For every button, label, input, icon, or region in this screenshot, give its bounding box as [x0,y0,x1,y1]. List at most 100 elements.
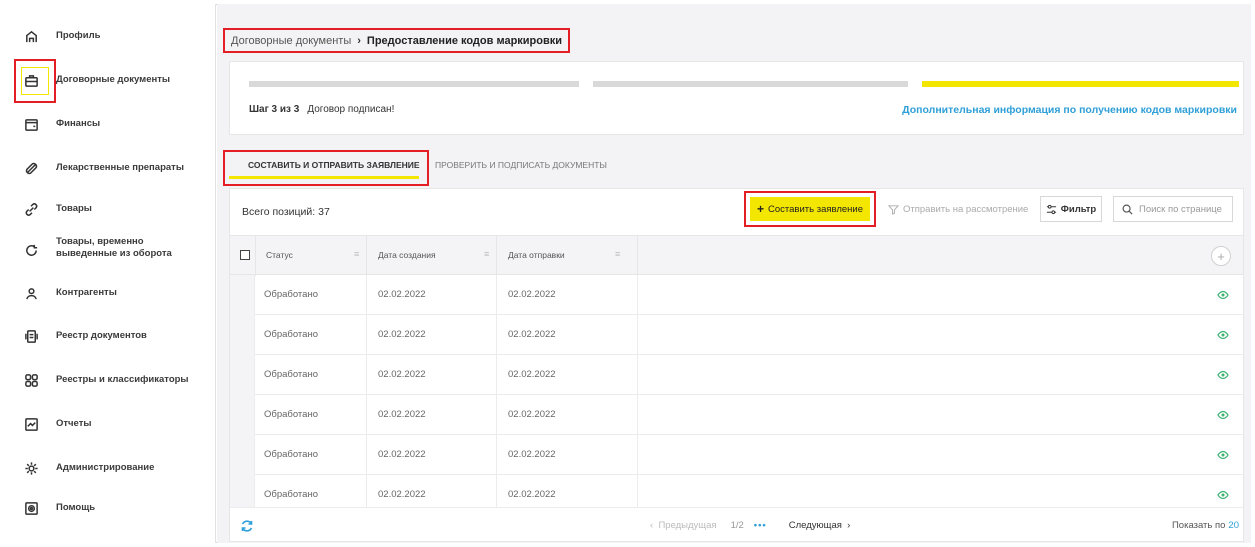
next-page-label: Следующая [788,520,842,531]
link-icon [22,200,40,218]
cell-sent-date: 02.02.2022 [508,329,556,340]
cell-sent-date: 02.02.2022 [508,409,556,420]
plus-icon: + [756,202,764,216]
send-for-review-button[interactable]: Отправить на рассмотрение [882,198,1034,220]
cell-created-date: 02.02.2022 [378,369,426,380]
refresh-icon[interactable] [240,519,254,533]
cell-created-date: 02.02.2022 [378,329,426,340]
eye-icon[interactable] [1217,289,1229,301]
cell-sent-date: 02.02.2022 [508,289,556,300]
eye-icon[interactable] [1217,369,1229,381]
page-size-select[interactable]: 20 [1228,520,1239,531]
sidebar-item-label: Отчеты [56,418,92,429]
sidebar-item-label: Лекарственные препараты [56,162,184,173]
steps-card: Шаг 3 из 3 Договор подписан! Дополнительн… [229,61,1244,135]
sort-icon[interactable]: ≡ [615,249,620,259]
tab-check-and-sign[interactable]: ПРОВЕРИТЬ И ПОДПИСАТЬ ДОКУМЕНТЫ [435,160,607,170]
search-input[interactable] [1139,203,1229,215]
step-status-text: Договор подписан! [307,104,395,115]
sidebar-item-label: Администрирование [56,462,155,473]
sidebar-item-medicines[interactable]: Лекарственные препараты [4,156,216,180]
pill-icon [22,159,40,177]
column-header-status[interactable]: Статус [266,250,293,260]
table-row[interactable]: Обработано 02.02.2022 02.02.2022 [230,395,1243,435]
user-icon [22,284,40,302]
pagination: ‹ Предыдущая 1/2 ••• Следующая › [650,520,850,531]
sidebar-item-label: Помощь [56,502,96,513]
sidebar-item-finance[interactable]: Финансы [4,112,216,136]
eye-icon[interactable] [1217,329,1229,341]
cell-status: Обработано [264,289,318,300]
wallet-icon [22,115,40,133]
sidebar-item-reports[interactable]: Отчеты [4,412,216,436]
breadcrumb: Договорные документы › Предоставление ко… [223,28,571,53]
create-application-button[interactable]: + Составить заявление [750,197,870,221]
breadcrumb-separator: › [357,34,361,47]
sort-icon[interactable]: ≡ [484,249,489,259]
funnel-send-icon [888,204,899,215]
applications-card: Всего позиций: 37 + Составить заявление … [229,188,1244,542]
cell-created-date: 02.02.2022 [378,289,426,300]
refresh-circle-icon [22,241,40,259]
eye-icon[interactable] [1217,489,1229,501]
table-row[interactable]: Обработано 02.02.2022 02.02.2022 [230,435,1243,475]
home-icon [22,27,40,45]
search-icon [1122,204,1133,215]
sidebar: Профиль Договорные документы Финансы Лек… [4,4,216,543]
sidebar-item-label: Реестр документов [56,330,147,341]
cell-sent-date: 02.02.2022 [508,369,556,380]
active-tab-underline [229,176,419,179]
cell-status: Обработано [264,369,318,380]
step-3-bar [922,81,1239,87]
step-2-bar [593,81,908,87]
cell-created-date: 02.02.2022 [378,489,426,500]
gear-icon [22,459,40,477]
cell-status: Обработано [264,449,318,460]
chart-icon [22,415,40,433]
sidebar-item-label: Контрагенты [56,287,117,298]
filter-label: Фильтр [1060,203,1097,215]
sidebar-item-goods[interactable]: Товары [4,197,216,221]
sidebar-item-administration[interactable]: Администрирование [4,456,216,480]
column-header-sent-date[interactable]: Дата отправки [508,250,565,260]
sidebar-item-help[interactable]: Помощь [4,496,216,520]
marking-codes-info-link[interactable]: Дополнительная информация по получению к… [902,104,1237,116]
prev-page-button[interactable]: ‹ Предыдущая [650,520,717,531]
breadcrumb-parent-link[interactable]: Договорные документы [231,35,351,47]
total-count: Всего позиций: 37 [242,206,330,218]
eye-icon[interactable] [1217,449,1229,461]
page-size-label: Показать по [1171,520,1226,531]
table-row[interactable]: Обработано 02.02.2022 02.02.2022 [230,355,1243,395]
select-all-checkbox[interactable] [240,250,250,260]
sidebar-item-contract-docs[interactable]: Договорные документы [4,68,216,92]
sidebar-item-label: Договорные документы [56,74,170,85]
sidebar-item-label: Товары [56,203,92,214]
sliders-icon [1046,204,1056,214]
next-page-button[interactable]: Следующая › [789,520,851,531]
step-1-bar [249,81,579,87]
tab-compose-and-send[interactable]: СОСТАВИТЬ И ОТПРАВИТЬ ЗАЯВЛЕНИЕ [248,160,420,170]
filter-button[interactable]: Фильтр [1040,196,1102,222]
sidebar-item-document-registry[interactable]: Реестр документов [4,324,216,348]
help-icon [22,499,40,517]
cell-status: Обработано [264,489,318,500]
cell-status: Обработано [264,329,318,340]
sidebar-item-withdrawn-goods[interactable]: Товары, временно выведенные из оборота [4,234,216,266]
table-row[interactable]: Обработано 02.02.2022 02.02.2022 [230,275,1243,315]
create-application-label: Составить заявление [768,203,863,215]
search-box [1113,196,1233,222]
sidebar-item-profile[interactable]: Профиль [4,24,216,48]
table-row[interactable]: Обработано 02.02.2022 02.02.2022 [230,315,1243,355]
more-pages-button[interactable]: ••• [754,520,767,531]
prev-page-label: Предыдущая [658,520,717,531]
sidebar-item-registries[interactable]: Реестры и классификаторы [4,368,216,392]
breadcrumb-current: Предоставление кодов маркировки [366,34,563,47]
column-header-created-date[interactable]: Дата создания [378,250,436,260]
briefcase-icon [22,71,40,89]
sidebar-item-counterparties[interactable]: Контрагенты [4,281,216,305]
eye-icon[interactable] [1217,409,1229,421]
sort-icon[interactable]: ≡ [354,249,359,259]
current-page: 1/2 [730,520,744,531]
add-column-button[interactable]: + [1211,246,1231,266]
table-footer: ‹ Предыдущая 1/2 ••• Следующая › Показат… [230,507,1243,541]
